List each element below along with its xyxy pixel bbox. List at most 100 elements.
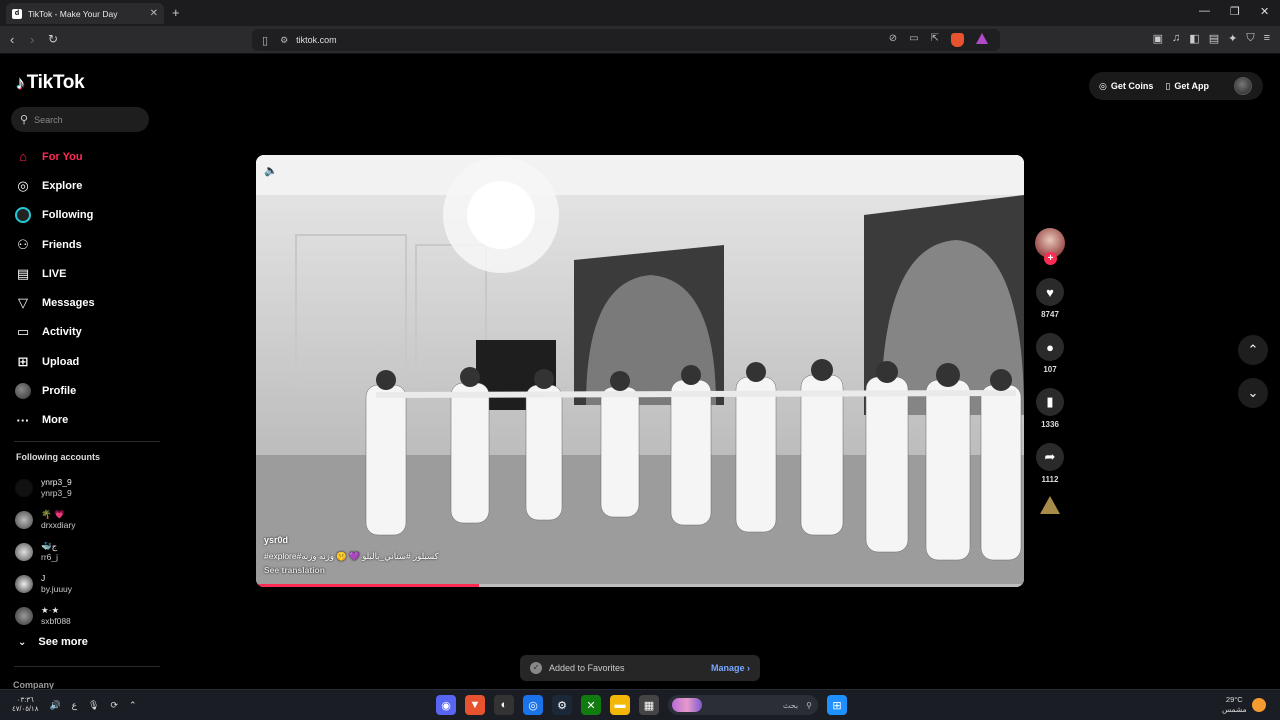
windows-start-icon[interactable]: ⊞ (827, 695, 847, 715)
get-app-button[interactable]: ▯ Get App (1165, 81, 1209, 92)
sidebar-item-profile[interactable]: Profile (14, 376, 154, 405)
wallet-icon[interactable]: ▤ (1209, 32, 1219, 45)
sidebar-item-friends[interactable]: ⚇ Friends (14, 230, 154, 259)
menu-icon[interactable]: ≡ (1264, 32, 1270, 45)
brave-shields-icon[interactable] (951, 33, 964, 47)
xbox-icon[interactable]: ✕ (581, 695, 601, 715)
video-caption: #explore#كسبلور #سناني_بالبلو 💜 🤫 وزنه و… (264, 551, 439, 561)
sync-icon[interactable]: ⟳ (110, 700, 118, 711)
bookmark-icon: ▮ (1036, 388, 1064, 416)
sidebar-toggle-icon[interactable]: ◧ (1189, 32, 1199, 45)
reader-icon[interactable]: ▣ (1153, 32, 1163, 45)
video-player[interactable]: 🔈 ··· ysr0d #explore#كسبلور #سناني_بالبل… (256, 155, 1024, 587)
tab-close-icon[interactable]: ✕ (150, 8, 158, 19)
user-avatar[interactable] (1234, 77, 1252, 95)
compass-icon: ◎ (17, 177, 29, 193)
share-count: 1112 (1041, 475, 1059, 484)
follow-plus-icon[interactable]: + (1044, 252, 1057, 265)
share-arrow-icon: ➦ (1036, 443, 1064, 471)
sidebar-item-for-you[interactable]: ⌂ For You (14, 142, 154, 171)
minimize-icon[interactable]: — (1199, 5, 1210, 17)
creator-avatar[interactable]: + (1035, 228, 1065, 265)
brave-rewards-icon[interactable] (976, 33, 988, 44)
manage-link[interactable]: Manage › (711, 663, 750, 673)
check-icon: ✓ (530, 662, 542, 674)
volume-icon[interactable]: 🔈 (264, 164, 278, 177)
speaker-icon[interactable]: 🔊 (49, 700, 60, 711)
following-account[interactable]: 🐳ج rr6_j (15, 536, 155, 568)
bookmark-icon[interactable]: ▯ (262, 34, 268, 47)
comment-button[interactable]: ● 107 (1034, 333, 1066, 374)
leo-ai-icon[interactable]: ✦ (1228, 32, 1237, 45)
search-icon: ⚲ (20, 114, 29, 126)
search-icon: ⚲ (806, 700, 812, 710)
store-icon[interactable]: ▦ (639, 695, 659, 715)
search-box[interactable]: ⚲ (11, 107, 149, 132)
sidebar-item-activity[interactable]: ▭ Activity (14, 318, 154, 347)
following-account[interactable]: ynrp3_9 ynrp3_9 (15, 472, 155, 504)
tiktok-note-icon: ♪ (16, 72, 25, 93)
chrome-icon[interactable]: ◎ (523, 695, 543, 715)
avatar (15, 479, 33, 497)
save-button[interactable]: ▮ 1336 (1034, 388, 1066, 429)
prev-video-button[interactable]: ⌃ (1238, 335, 1268, 365)
favorites-toast: ✓ Added to Favorites Manage › (520, 655, 760, 681)
more-options-icon[interactable]: ··· (997, 161, 1012, 175)
language-indicator[interactable]: ع (72, 700, 77, 711)
brave-icon[interactable]: ▼ (465, 695, 485, 715)
taskbar-search[interactable]: بحث ⚲ (668, 695, 818, 715)
following-avatar-icon (14, 206, 32, 224)
profile-avatar-icon (14, 382, 32, 400)
sidebar-item-upload[interactable]: ⊞ Upload (14, 347, 154, 376)
search-highlight-icon (672, 698, 702, 712)
following-accounts-list: ynrp3_9 ynrp3_9 🌴 💗 drxxdiary 🐳ج rr6_j Jby.… (15, 472, 155, 632)
sidebar-item-messages[interactable]: ▽ Messages (14, 288, 154, 317)
address-bar[interactable]: ▯ ⚙ tiktok.com ⊘ ▭ ⇱ (252, 29, 1000, 51)
microphone-icon[interactable]: 🎙 (88, 700, 99, 711)
window-close-icon[interactable]: ✕ (1260, 5, 1269, 18)
heart-icon: ♥ (1036, 278, 1064, 306)
avatar (15, 607, 33, 625)
file-explorer-icon[interactable]: ▬ (610, 695, 630, 715)
sidebar-item-explore[interactable]: ◎ Explore (14, 171, 154, 200)
reload-icon[interactable]: ↻ (48, 32, 58, 46)
tiktok-logo[interactable]: ♪ TikTok (16, 72, 85, 94)
site-info-icon[interactable]: ⚙ (280, 35, 288, 46)
taskbar-clock[interactable]: ٠٣:٣٦ ٤٧/٠٥/١٨ (12, 696, 38, 714)
media-icon[interactable]: ♫ (1172, 32, 1180, 45)
chevron-up-icon: ⌃ (1238, 335, 1268, 365)
see-translation-link[interactable]: See translation (264, 565, 325, 575)
steam-icon[interactable]: ⚙ (552, 695, 572, 715)
new-tab-icon[interactable]: + (172, 5, 180, 20)
sidebar-item-more[interactable]: ··· More (14, 406, 154, 435)
sidebar-item-following[interactable]: Following (14, 201, 154, 230)
avatar (15, 543, 33, 561)
tray-expand-icon[interactable]: ⌃ (129, 700, 137, 711)
share-button[interactable]: ➦ 1112 (1034, 443, 1066, 484)
back-icon[interactable]: ‹ (10, 32, 14, 47)
forward-icon[interactable]: › (30, 32, 34, 47)
weather-widget[interactable]: 29°C مشمس (1222, 695, 1247, 715)
sidebar-item-live[interactable]: ▤ LIVE (14, 259, 154, 288)
cast-icon[interactable]: ▭ (909, 33, 918, 47)
translate-off-icon[interactable]: ⊘ (889, 33, 897, 47)
music-disc-icon[interactable] (1039, 496, 1061, 518)
discord-icon[interactable]: ◉ (436, 695, 456, 715)
like-button[interactable]: ♥ 8747 (1034, 278, 1066, 319)
following-accounts-title: Following accounts (16, 452, 101, 462)
browser-tab[interactable]: d TikTok - Make Your Day ✕ (6, 3, 164, 24)
see-more-button[interactable]: ⌄ See more (18, 636, 88, 648)
share-icon[interactable]: ⇱ (931, 33, 939, 47)
obs-icon[interactable]: ◐ (494, 695, 514, 715)
following-account[interactable]: ★·★ sxbf088 (15, 600, 155, 632)
sidebar-nav: ⌂ For You ◎ Explore Following ⚇ Friends … (14, 142, 154, 435)
video-author[interactable]: ysr0d (264, 535, 288, 545)
following-account[interactable]: 🌴 💗 drxxdiary (15, 504, 155, 536)
vpn-icon[interactable]: ⛉ (1246, 32, 1254, 45)
maximize-icon[interactable]: ❐ (1230, 5, 1240, 18)
sun-icon (1252, 698, 1266, 712)
get-coins-button[interactable]: ◎ Get Coins (1099, 81, 1153, 92)
search-input[interactable] (34, 114, 135, 125)
following-account[interactable]: Jby.juuuy (15, 568, 155, 600)
next-video-button[interactable]: ⌄ (1238, 378, 1268, 408)
